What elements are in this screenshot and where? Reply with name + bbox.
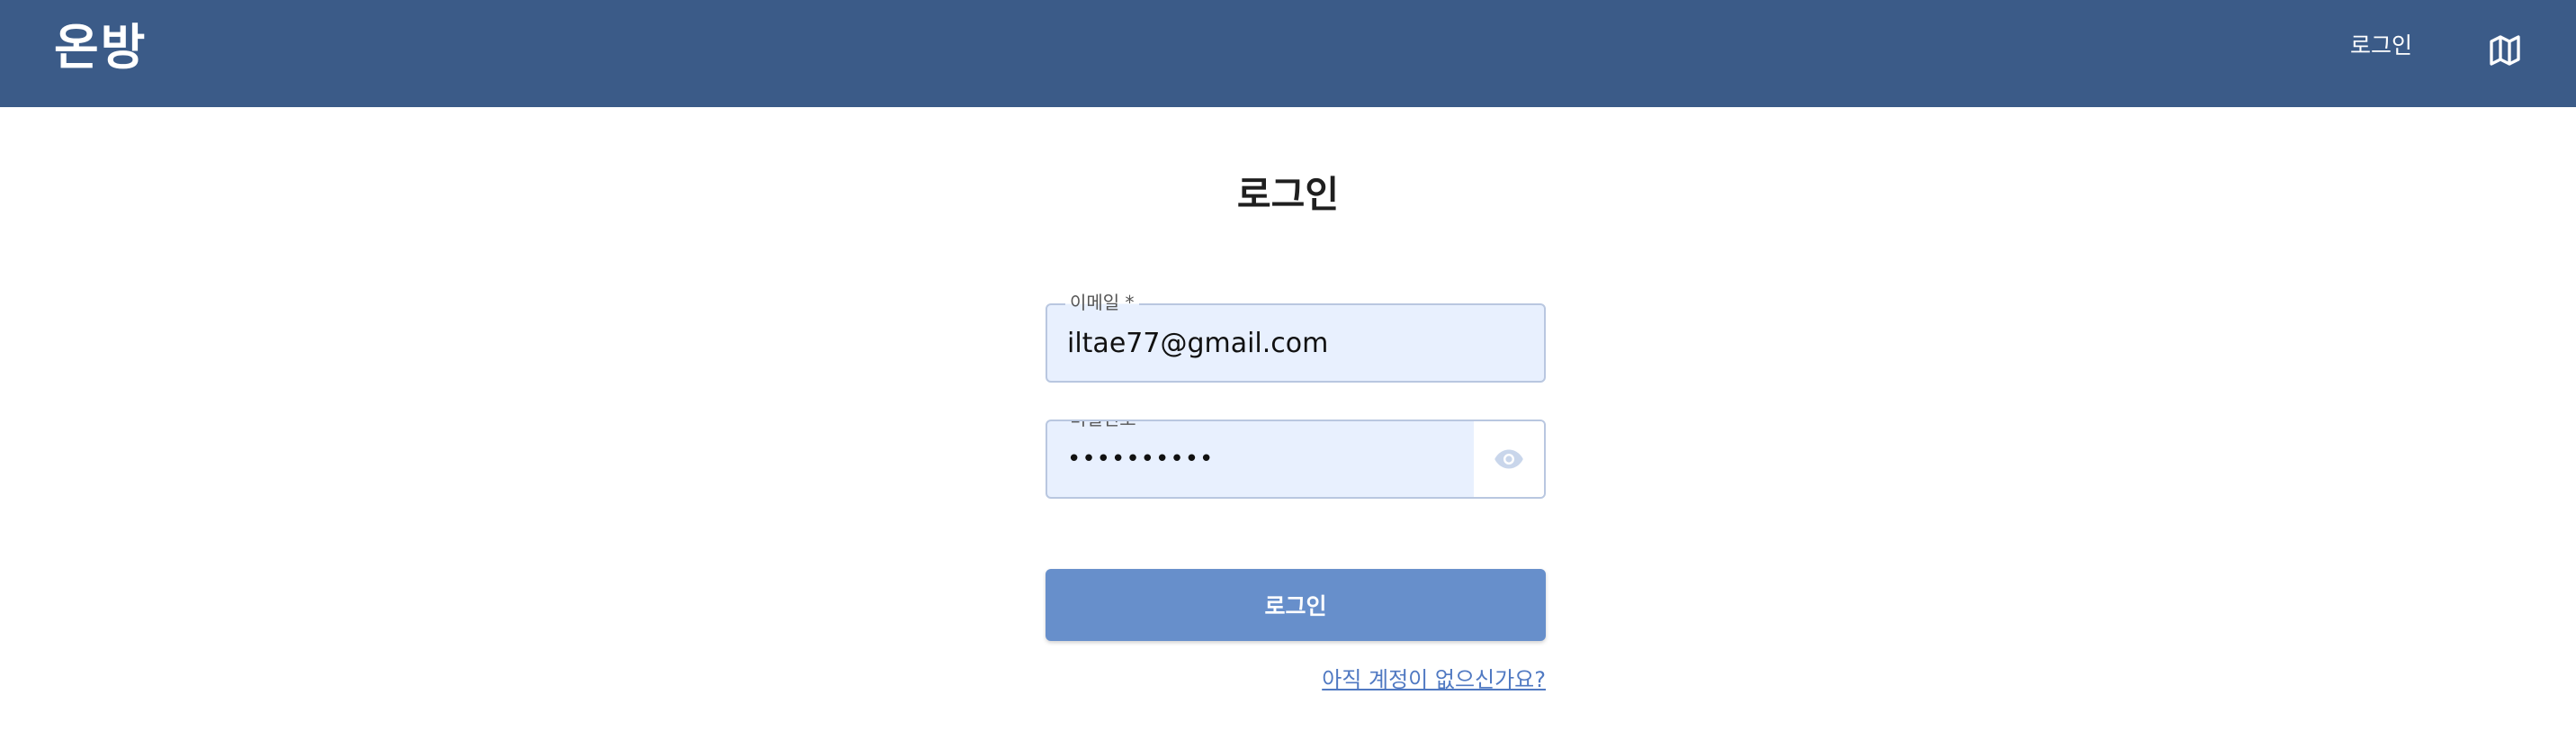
eye-icon bbox=[1494, 449, 1523, 469]
password-field[interactable]: 비밀번호 * bbox=[1046, 420, 1546, 499]
app-header: 온방 로그인 bbox=[0, 0, 2576, 107]
login-button[interactable]: 로그인 bbox=[1046, 569, 1546, 641]
page-title: 로그인 bbox=[1236, 173, 1340, 216]
email-input[interactable] bbox=[1047, 305, 1544, 381]
map-icon bbox=[2490, 35, 2520, 66]
app-logo[interactable]: 온방 bbox=[54, 16, 147, 79]
password-visibility-toggle[interactable] bbox=[1474, 421, 1544, 497]
email-field[interactable]: 이메일 * bbox=[1046, 291, 1546, 383]
map-button[interactable] bbox=[2487, 32, 2523, 68]
nav-login-link[interactable]: 로그인 bbox=[2350, 30, 2412, 62]
password-input[interactable] bbox=[1047, 421, 1474, 497]
signup-link[interactable]: 아직 계정이 없으신가요? bbox=[1322, 664, 1546, 695]
